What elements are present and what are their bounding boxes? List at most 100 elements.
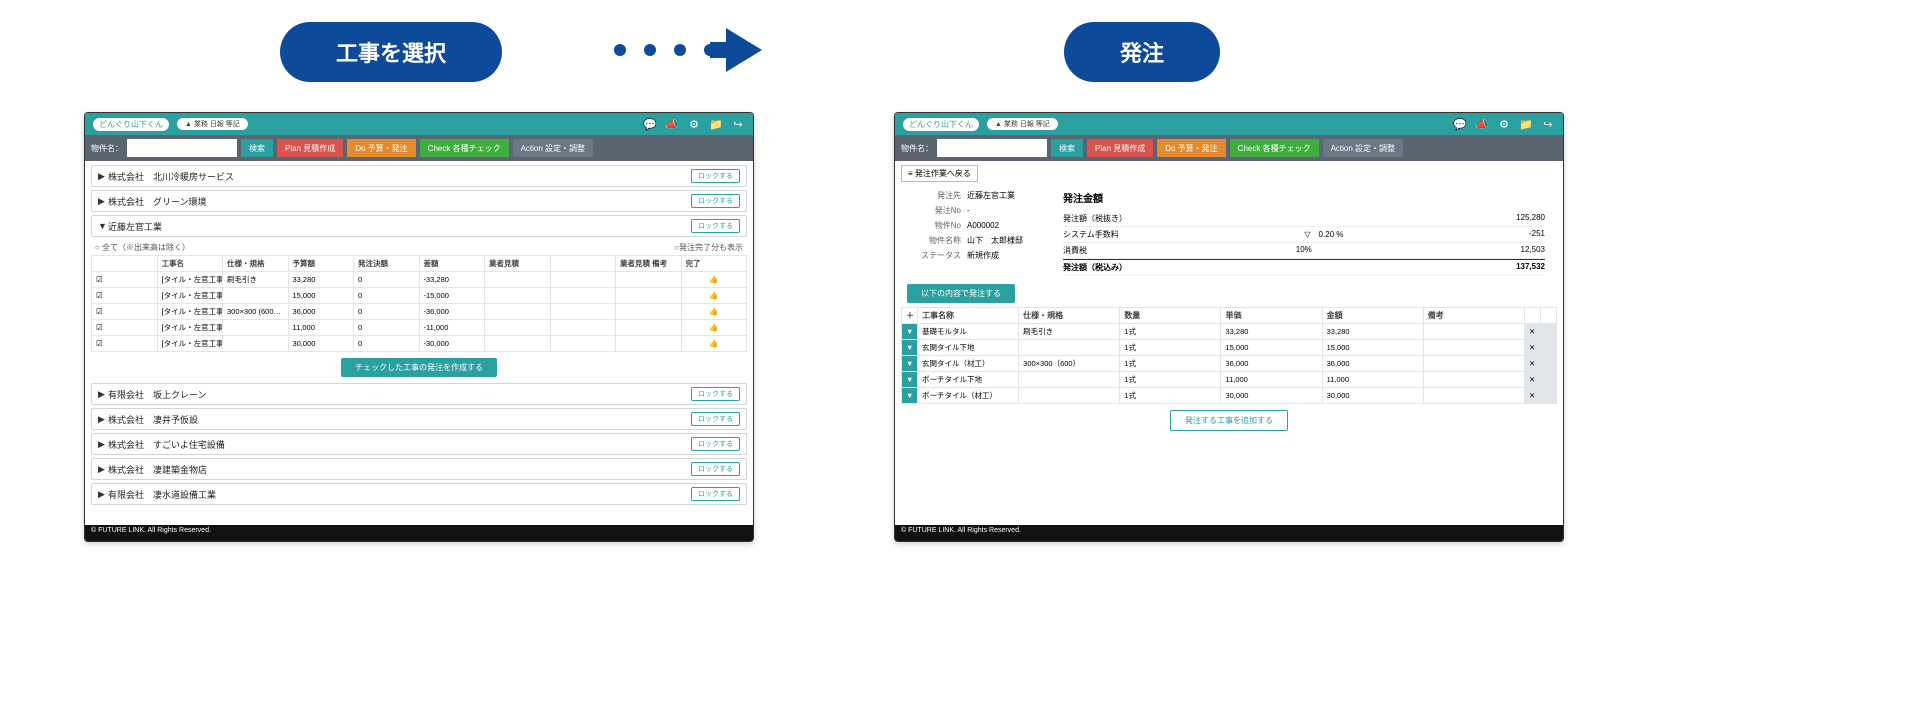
cell-diff: -36,000 <box>419 304 485 320</box>
expand-icon[interactable]: ▼ <box>902 372 918 388</box>
label-vendor: 発注先 <box>913 190 961 201</box>
cell-name: [タイル・左官工事] ポーチタイル下地 <box>157 320 223 336</box>
back-button[interactable]: ≡ 発注作業へ戻る <box>901 165 978 182</box>
company-row[interactable]: ▶ 株式会社 凄建築金物店 ロックする <box>91 458 747 480</box>
add-row-icon[interactable]: ＋ <box>902 308 918 324</box>
lock-button[interactable]: ロックする <box>691 387 740 401</box>
expand-icon[interactable]: ▼ <box>902 324 918 340</box>
nav-action[interactable]: Action 設定・調整 <box>513 139 593 157</box>
company-row[interactable]: ▶ 有限会社 凄水道設備工業 ロックする <box>91 483 747 505</box>
cell-done-icon: 👍 <box>681 288 747 304</box>
order-item-row[interactable]: ▼ 玄関タイル下地 1式 15,000 15,000 ✕ <box>902 340 1557 356</box>
company-row[interactable]: ▶ 株式会社 グリーン環境 ロックする <box>91 190 747 212</box>
money-value: 125,280 <box>1516 213 1545 224</box>
money-value: 137,532 <box>1516 262 1545 273</box>
search-input[interactable] <box>127 139 237 157</box>
order-item-row[interactable]: ▼ 玄関タイル（材工） 300×300（600） 1式 36,000 36,00… <box>902 356 1557 372</box>
create-order-button[interactable]: チェックした工事の発注を作成する <box>341 358 497 377</box>
announce-icon[interactable]: 📣 <box>1475 118 1489 131</box>
delete-icon[interactable]: ✕ <box>1525 324 1541 340</box>
lock-button[interactable]: ロックする <box>691 462 740 476</box>
cell-name: 基礎モルタル <box>918 324 1019 340</box>
delete-icon[interactable]: ✕ <box>1525 388 1541 404</box>
money-title: 発注金額 <box>1063 190 1545 205</box>
cell-spec <box>223 336 289 352</box>
nav-action[interactable]: Action 設定・調整 <box>1323 139 1403 157</box>
company-row[interactable]: ▶ 有限会社 坂上クレーン ロックする <box>91 383 747 405</box>
col-header: 数量 <box>1120 308 1221 324</box>
expand-icon: ▶ <box>98 439 108 450</box>
lock-button[interactable]: ロックする <box>691 169 740 183</box>
row-checkbox[interactable]: ☑ <box>92 320 158 336</box>
row-checkbox[interactable]: ☑ <box>92 336 158 352</box>
chat-icon[interactable]: 💬 <box>1453 118 1467 131</box>
folder-icon[interactable]: 📁 <box>1519 118 1533 131</box>
cell-unit: 11,000 <box>1221 372 1322 388</box>
col-header <box>550 256 616 272</box>
lock-button[interactable]: ロックする <box>691 194 740 208</box>
gear-icon[interactable]: ⚙ <box>1497 118 1511 131</box>
money-row: 消費税 10% 12,503 <box>1063 243 1545 259</box>
delete-icon[interactable]: ✕ <box>1525 372 1541 388</box>
option-show-done[interactable]: ○発注完了分も表示 <box>674 242 743 253</box>
gear-icon[interactable]: ⚙ <box>687 118 701 131</box>
step-pill-select: 工事を選択 <box>280 22 502 82</box>
search-button[interactable]: 検索 <box>1051 139 1083 157</box>
search-button[interactable]: 検索 <box>241 139 273 157</box>
nav-check[interactable]: Check 各種チェック <box>420 139 509 157</box>
nav-do[interactable]: Do 予算・発注 <box>347 139 415 157</box>
company-row[interactable]: ▶ 株式会社 北川冷暖房サービス ロックする <box>91 165 747 187</box>
expand-icon[interactable]: ▼ <box>902 340 918 356</box>
value-prop-name: 山下 太郎様邸 <box>967 236 1023 245</box>
logout-icon[interactable]: ↪ <box>731 118 745 131</box>
money-mid: 10% <box>1296 245 1312 256</box>
chat-icon[interactable]: 💬 <box>643 118 657 131</box>
nav-plan[interactable]: Plan 見積作成 <box>1087 139 1153 157</box>
delete-icon[interactable]: ✕ <box>1525 356 1541 372</box>
cell-diff: -30,000 <box>419 336 485 352</box>
table-row[interactable]: ☑ [タイル・左官工事] 基礎モルタル 刷毛引き 33,280 0 -33,28… <box>92 272 747 288</box>
user-badge[interactable]: ▲ 業務 日報 等記 <box>987 118 1058 130</box>
lock-button[interactable]: ロックする <box>691 437 740 451</box>
lock-button[interactable]: ロックする <box>691 412 740 426</box>
expand-icon[interactable]: ▼ <box>902 356 918 372</box>
expand-icon: ▶ <box>98 389 108 400</box>
table-row[interactable]: ☑ [タイル・左官工事] ポーチタイル下地 11,000 0 -11,000 👍 <box>92 320 747 336</box>
expand-icon: ▶ <box>98 171 108 182</box>
issue-order-button[interactable]: 以下の内容で発注する <box>907 284 1015 303</box>
table-row[interactable]: ☑ [タイル・左官工事] 玄関タイル（材工… 300×300 (600… 36,… <box>92 304 747 320</box>
delete-icon[interactable]: ✕ <box>1525 340 1541 356</box>
order-item-row[interactable]: ▼ 基礎モルタル 刷毛引き 1式 33,280 33,280 ✕ <box>902 324 1557 340</box>
order-item-row[interactable]: ▼ ポーチタイル（材工） 1式 30,000 30,000 ✕ <box>902 388 1557 404</box>
nav-check[interactable]: Check 各種チェック <box>1230 139 1319 157</box>
right-body: ≡ 発注作業へ戻る 発注先近藤左官工業 発注No- 物件NoA000002 物件… <box>895 161 1563 525</box>
money-label: 発注額（税込み） <box>1063 262 1127 273</box>
company-row-expanded[interactable]: ▼ 近藤左官工業 ロックする <box>91 215 747 237</box>
order-item-row[interactable]: ▼ ポーチタイル下地 1式 11,000 11,000 ✕ <box>902 372 1557 388</box>
announce-icon[interactable]: 📣 <box>665 118 679 131</box>
lock-button[interactable]: ロックする <box>691 219 740 233</box>
row-checkbox[interactable]: ☑ <box>92 288 158 304</box>
lock-button[interactable]: ロックする <box>691 487 740 501</box>
option-all[interactable]: ○ 全て（※出来高は除く） <box>95 242 190 253</box>
add-work-button[interactable]: 発注する工事を追加する <box>1170 410 1288 431</box>
company-row[interactable]: ▶ 株式会社 凄井予仮設 ロックする <box>91 408 747 430</box>
money-row: 発注額（税抜き） 125,280 <box>1063 211 1545 227</box>
nav-do[interactable]: Do 予算・発注 <box>1157 139 1225 157</box>
col-header: 工事名称 <box>918 308 1019 324</box>
cell-name: [タイル・左官工事] ポーチタイル（材… <box>157 336 223 352</box>
folder-icon[interactable]: 📁 <box>709 118 723 131</box>
table-row[interactable]: ☑ [タイル・左官工事] 玄関タイル下地 15,000 0 -15,000 👍 <box>92 288 747 304</box>
expand-icon[interactable]: ▼ <box>902 388 918 404</box>
row-checkbox[interactable]: ☑ <box>92 272 158 288</box>
logout-icon[interactable]: ↪ <box>1541 118 1555 131</box>
row-checkbox[interactable]: ☑ <box>92 304 158 320</box>
cell-name: [タイル・左官工事] 玄関タイル（材工… <box>157 304 223 320</box>
cell-note <box>1423 372 1524 388</box>
cell-amount: 15,000 <box>1322 340 1423 356</box>
search-input[interactable] <box>937 139 1047 157</box>
nav-plan[interactable]: Plan 見積作成 <box>277 139 343 157</box>
company-row[interactable]: ▶ 株式会社 すごいよ住宅設備 ロックする <box>91 433 747 455</box>
table-row[interactable]: ☑ [タイル・左官工事] ポーチタイル（材… 30,000 0 -30,000 … <box>92 336 747 352</box>
user-badge[interactable]: ▲ 業務 日報 等記 <box>177 118 248 130</box>
